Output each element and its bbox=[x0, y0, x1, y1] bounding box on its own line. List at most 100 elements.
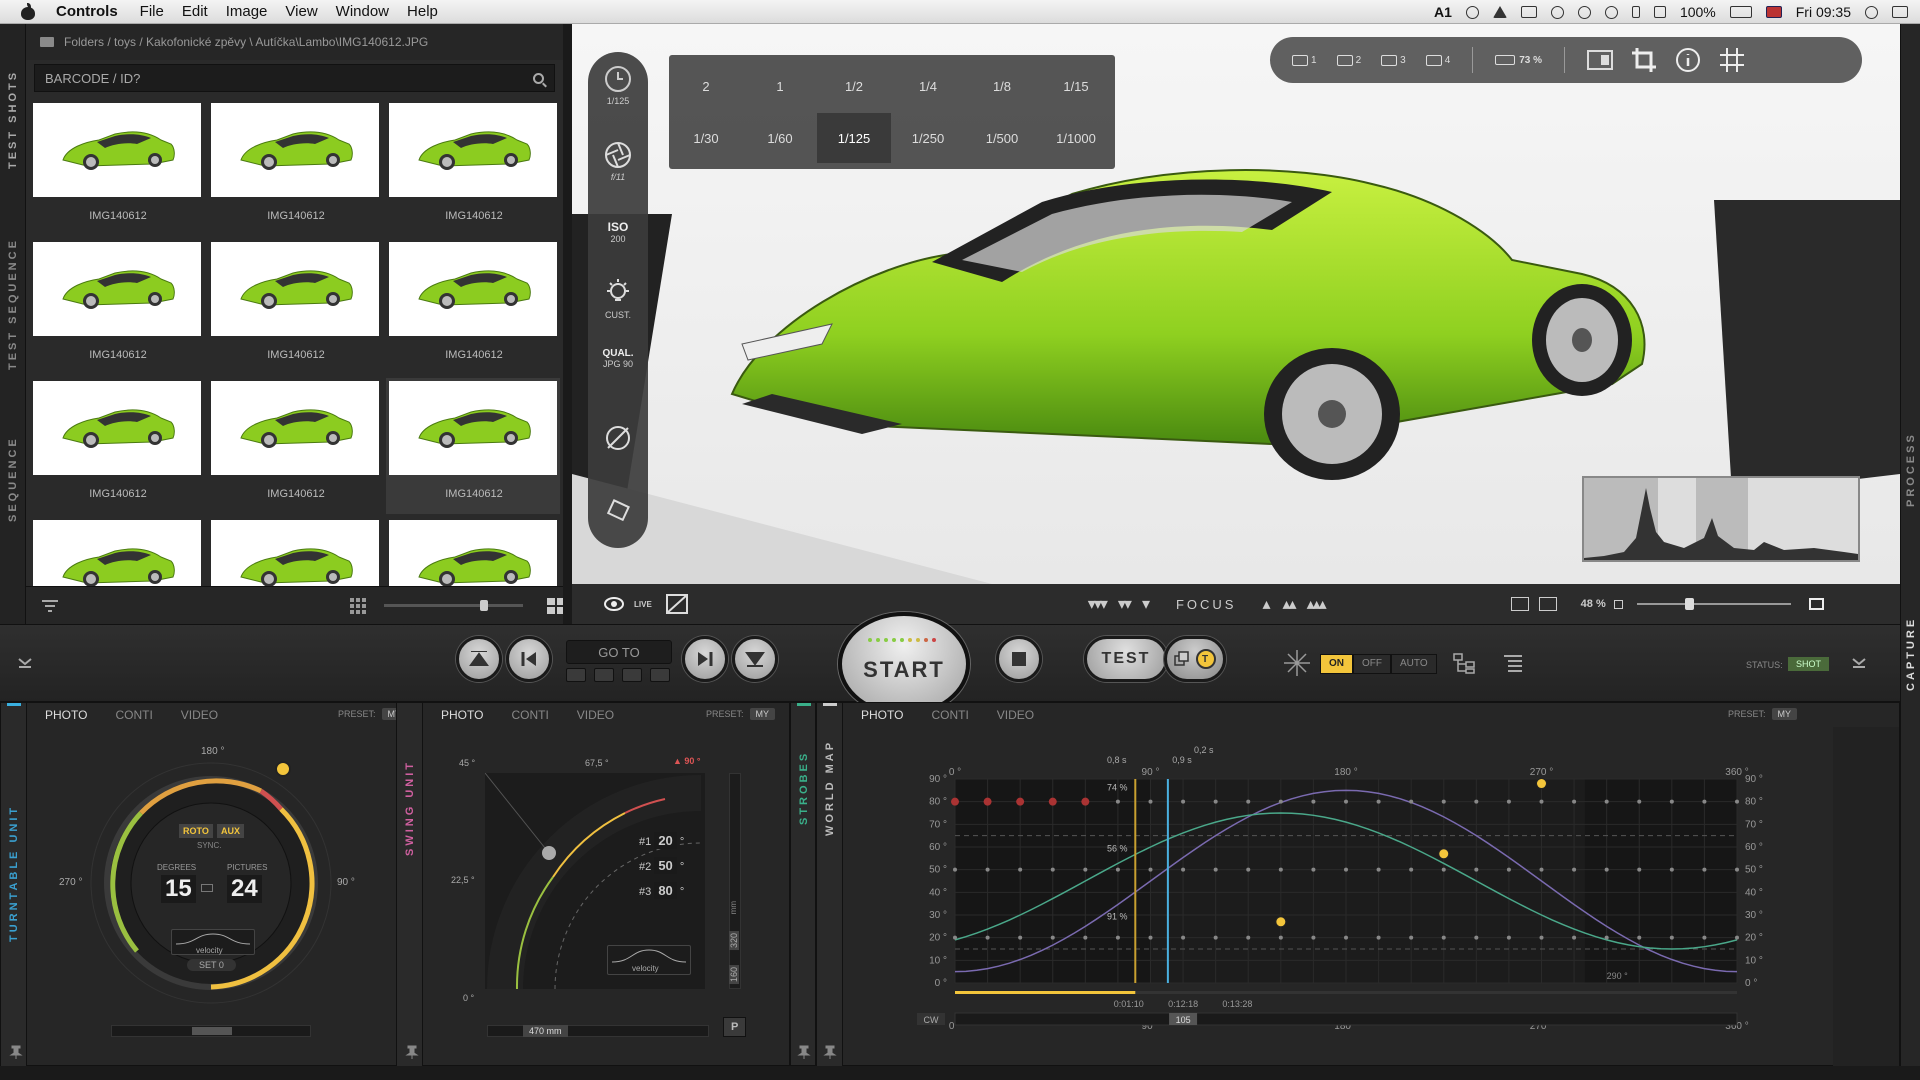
sw-pos-2[interactable]: #2 50 ° bbox=[639, 854, 684, 879]
shutter-option[interactable]: 1/1000 bbox=[1039, 113, 1113, 163]
no-flash-control[interactable] bbox=[588, 422, 648, 456]
tt-tab-photo[interactable]: PHOTO bbox=[31, 708, 101, 722]
focus-up2-icon[interactable]: ▴▴ bbox=[1283, 594, 1297, 614]
sw-pos-1-value[interactable]: 20 bbox=[654, 832, 677, 849]
next-button[interactable] bbox=[682, 636, 728, 682]
world-map-chart[interactable]: 0 ° 90 ° 180 ° 270 ° 360 °0 ° 90 ° 180 ° 270 ° 3… bbox=[907, 733, 1777, 1033]
menu-edit[interactable]: Edit bbox=[182, 3, 208, 20]
sw-pin-icon[interactable] bbox=[405, 1045, 419, 1059]
wm-tab-conti[interactable]: CONTI bbox=[917, 708, 982, 722]
thumbnail-item[interactable]: IMG140612 bbox=[30, 239, 206, 375]
flag-icon[interactable] bbox=[1765, 6, 1782, 18]
turntable-unit-title[interactable]: TURNTABLE UNIT bbox=[3, 733, 25, 1013]
battery-icon[interactable] bbox=[1729, 6, 1752, 18]
grid-overlay-icon[interactable] bbox=[1719, 47, 1745, 73]
strobe-mode-toggle[interactable]: ON OFF AUTO bbox=[1320, 654, 1437, 674]
wm-pin-icon[interactable] bbox=[823, 1045, 837, 1059]
strobes-title[interactable]: STROBES bbox=[793, 733, 815, 843]
sw-pos-3[interactable]: #3 80 ° bbox=[639, 879, 684, 904]
stop-button[interactable] bbox=[996, 636, 1042, 682]
shutter-option[interactable]: 1/4 bbox=[891, 61, 965, 111]
last-button[interactable] bbox=[732, 636, 778, 682]
first-button[interactable] bbox=[456, 636, 502, 682]
rotate-control[interactable] bbox=[588, 496, 648, 528]
strobes-pin-icon[interactable] bbox=[797, 1045, 811, 1059]
live-view-icon[interactable] bbox=[604, 595, 638, 613]
swing-unit-title[interactable]: SWING UNIT bbox=[399, 733, 421, 883]
menu-window[interactable]: Window bbox=[336, 3, 389, 20]
sync-icon[interactable] bbox=[1465, 5, 1479, 19]
goto-mode-4[interactable] bbox=[650, 668, 670, 682]
shutter-control[interactable]: 1/125 bbox=[588, 64, 648, 106]
shutter-option[interactable]: 1/125 bbox=[817, 113, 891, 163]
barcode-search[interactable]: BARCODE / ID? bbox=[34, 64, 555, 92]
distance-value[interactable]: 470 mm bbox=[523, 1025, 568, 1037]
test-button[interactable]: TEST bbox=[1084, 636, 1168, 682]
sw-pos-2-value[interactable]: 50 bbox=[654, 857, 677, 874]
shutter-option[interactable]: 1/15 bbox=[1039, 61, 1113, 111]
thumbnail-item[interactable]: IMG140612 bbox=[208, 100, 384, 236]
thumbnail-item[interactable]: IMG140612 bbox=[208, 239, 384, 375]
fit-icon[interactable] bbox=[1510, 597, 1529, 611]
menu-file[interactable]: File bbox=[140, 3, 164, 20]
tab-process[interactable]: PROCESS bbox=[1901, 400, 1920, 540]
goto-field[interactable]: GO TO bbox=[566, 640, 672, 664]
info-icon[interactable] bbox=[1675, 47, 1701, 73]
iso-control[interactable]: ISO 200 bbox=[588, 220, 648, 244]
app-menu[interactable]: Controls bbox=[56, 3, 118, 20]
roto-toggle[interactable]: ROTO bbox=[179, 824, 213, 838]
goto-mode-1[interactable] bbox=[566, 668, 586, 682]
goto-mode-2[interactable] bbox=[594, 668, 614, 682]
tt-tab-video[interactable]: VIDEO bbox=[167, 708, 232, 722]
tab-capture[interactable]: CAPTURE bbox=[1901, 584, 1920, 724]
crop-icon[interactable] bbox=[1631, 47, 1657, 73]
sw-tab-conti[interactable]: CONTI bbox=[497, 708, 562, 722]
bluetooth-icon[interactable] bbox=[1631, 6, 1640, 18]
quality-control[interactable]: QUAL. JPG 90 bbox=[588, 348, 648, 369]
thumbnail-size-slider[interactable] bbox=[384, 600, 523, 611]
phone-icon[interactable] bbox=[1604, 5, 1618, 19]
exposure-compare-icon[interactable] bbox=[665, 594, 688, 614]
thumbnail-item[interactable]: IMG140612 bbox=[30, 378, 206, 514]
link-icon[interactable] bbox=[201, 884, 213, 892]
drive-icon[interactable] bbox=[1492, 6, 1507, 18]
filter-icon[interactable] bbox=[42, 599, 58, 613]
shutter-option[interactable]: 2 bbox=[669, 61, 743, 111]
wm-tab-photo[interactable]: PHOTO bbox=[847, 708, 917, 722]
strobe-on[interactable]: ON bbox=[1320, 654, 1353, 674]
height-slider[interactable] bbox=[729, 773, 741, 989]
thumbnail-item[interactable]: IMG140612 bbox=[386, 378, 560, 514]
focus-up-icon[interactable]: ▴ bbox=[1262, 594, 1270, 614]
tab-sequence[interactable]: SEQUENCE bbox=[0, 414, 26, 544]
breadcrumb-path[interactable]: Folders / toys / Kakofonické zpěvy \ Aut… bbox=[64, 35, 428, 49]
degrees-value[interactable]: 15 bbox=[161, 875, 196, 903]
volume-icon[interactable] bbox=[1653, 6, 1666, 18]
sw-pos-1[interactable]: #1 20 ° bbox=[639, 829, 684, 854]
white-balance-control[interactable]: CUST. bbox=[588, 278, 648, 320]
focus-mid-icon[interactable]: ▾▾ bbox=[1118, 594, 1132, 614]
menu-view[interactable]: View bbox=[285, 3, 317, 20]
prev-button[interactable] bbox=[506, 636, 552, 682]
hierarchy-icon[interactable] bbox=[1452, 652, 1476, 674]
sw-preset-value[interactable]: MY bbox=[749, 708, 775, 720]
aux-toggle[interactable]: AUX bbox=[217, 824, 245, 838]
spotlight-icon[interactable] bbox=[1865, 5, 1878, 19]
adobe-icon[interactable]: A1 bbox=[1434, 4, 1452, 20]
list-icon[interactable] bbox=[1502, 654, 1524, 674]
tt-tab-conti[interactable]: CONTI bbox=[101, 708, 166, 722]
zoom-in-icon[interactable] bbox=[1808, 598, 1824, 610]
search-icon[interactable] bbox=[533, 72, 544, 84]
tab-test-sequence[interactable]: TEST SEQUENCE bbox=[0, 214, 26, 394]
apple-icon[interactable] bbox=[20, 2, 36, 21]
search-input[interactable]: BARCODE / ID? bbox=[45, 71, 140, 86]
thumbnail-item[interactable]: IMG140612 bbox=[208, 378, 384, 514]
velocity-curve[interactable]: velocity bbox=[171, 929, 255, 955]
camera-select-4[interactable]: 4 bbox=[1425, 54, 1450, 66]
sync-label[interactable]: SYNC. bbox=[197, 841, 221, 850]
goto-mode-3[interactable] bbox=[622, 668, 642, 682]
notifications-icon[interactable] bbox=[1892, 6, 1908, 18]
grid-small-icon[interactable] bbox=[350, 597, 368, 614]
shutter-option[interactable]: 1/250 bbox=[891, 113, 965, 163]
wm-preset[interactable]: PRESET: MY bbox=[1728, 708, 1797, 720]
zoom-out-icon[interactable] bbox=[1613, 599, 1623, 609]
